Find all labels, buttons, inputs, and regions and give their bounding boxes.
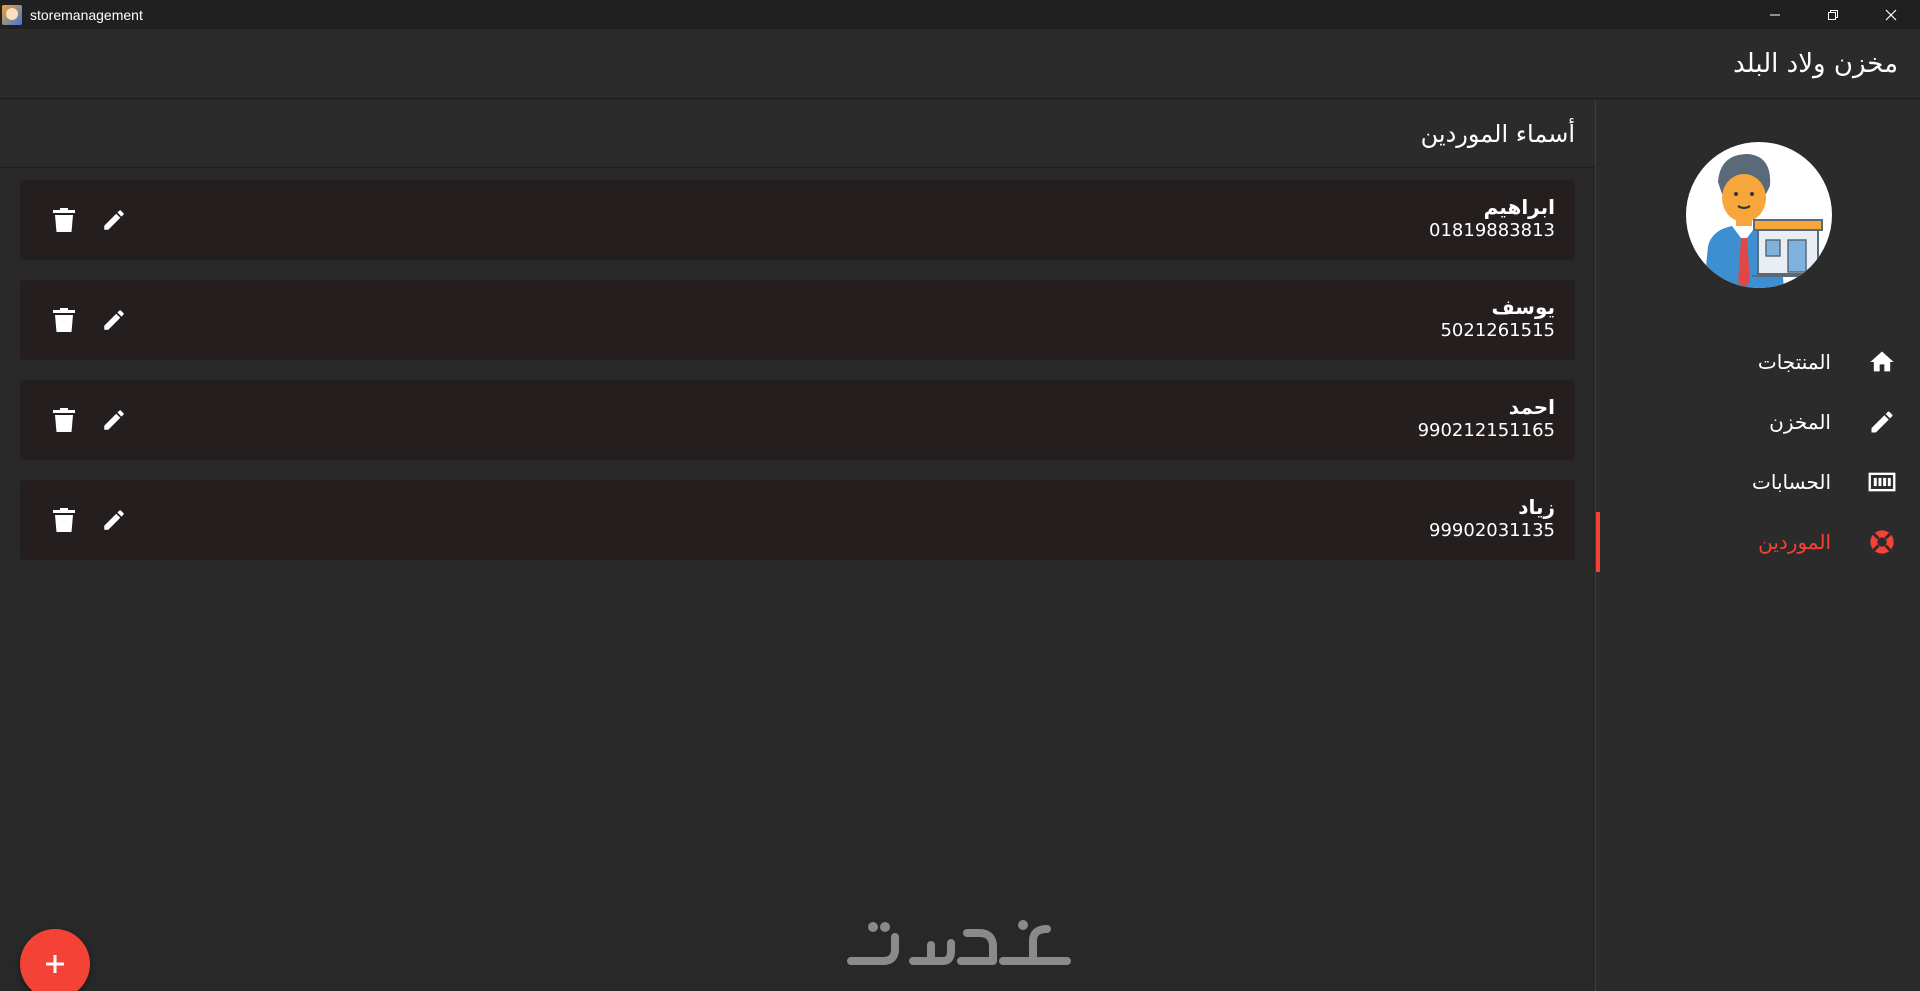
trash-icon <box>53 308 75 332</box>
trash-icon <box>53 508 75 532</box>
supplier-info: يوسف 5021261515 <box>1440 294 1555 342</box>
sidebar-item-warehouse[interactable]: المخزن <box>1596 392 1920 452</box>
edit-button[interactable] <box>100 506 128 534</box>
app-title: مخزن ولاد البلد <box>1733 48 1898 79</box>
delete-button[interactable] <box>50 206 78 234</box>
sidebar-nav: المنتجات المخزن الحسابات الموردين <box>1596 332 1920 572</box>
supplier-row[interactable]: احمد 990212151165 <box>20 380 1575 460</box>
edit-button[interactable] <box>100 306 128 334</box>
supplier-phone: 01819883813 <box>1429 220 1555 241</box>
restore-icon <box>1828 9 1838 20</box>
supplier-name: ابراهيم <box>1483 195 1555 219</box>
lifebuoy-icon <box>1867 527 1897 557</box>
supplier-row[interactable]: ابراهيم 01819883813 <box>20 180 1575 260</box>
close-button[interactable] <box>1862 0 1920 29</box>
supplier-phone: 5021261515 <box>1440 320 1555 341</box>
supplier-row[interactable]: يوسف 5021261515 <box>20 280 1575 360</box>
delete-button[interactable] <box>50 506 78 534</box>
trash-icon <box>53 408 75 432</box>
sidebar-item-label: الموردين <box>1758 530 1831 554</box>
window-controls <box>1746 0 1920 29</box>
app-bar: مخزن ولاد البلد <box>0 29 1920 99</box>
supplier-phone: 990212151165 <box>1417 420 1555 441</box>
delete-button[interactable] <box>50 306 78 334</box>
edit-button[interactable] <box>100 206 128 234</box>
row-actions <box>50 406 128 434</box>
row-actions <box>50 206 128 234</box>
store-owner-illustration <box>1704 154 1824 288</box>
row-actions <box>50 506 128 534</box>
avatar <box>1686 142 1832 288</box>
window-title: storemanagement <box>30 6 143 23</box>
minimize-icon <box>1770 14 1780 15</box>
sidebar-item-label: المنتجات <box>1757 350 1831 374</box>
app-icon <box>2 4 22 25</box>
main-content: أسماء الموردين ابراهيم 01819883813 يوسف … <box>0 100 1595 991</box>
pencil-icon <box>104 410 124 430</box>
supplier-name: زياد <box>1518 495 1555 519</box>
sidebar-item-label: المخزن <box>1769 410 1831 434</box>
money-icon <box>1867 467 1897 497</box>
sidebar-item-accounts[interactable]: الحسابات <box>1596 452 1920 512</box>
minimize-button[interactable] <box>1746 0 1804 29</box>
supplier-name: احمد <box>1508 395 1555 419</box>
home-icon <box>1867 347 1897 377</box>
section-header: أسماء الموردين <box>0 100 1595 168</box>
pencil-icon <box>104 210 124 230</box>
trash-icon <box>53 208 75 232</box>
supplier-info: زياد 99902031135 <box>1429 494 1555 542</box>
window-titlebar: storemanagement <box>0 0 1920 29</box>
sidebar: المنتجات المخزن الحسابات الموردين <box>1595 100 1920 991</box>
pencil-icon <box>104 510 124 530</box>
edit-button[interactable] <box>100 406 128 434</box>
row-actions <box>50 306 128 334</box>
supplier-info: احمد 990212151165 <box>1418 394 1555 442</box>
pencil-icon <box>1867 407 1897 437</box>
suppliers-list: ابراهيم 01819883813 يوسف 5021261515 احمد… <box>20 180 1575 580</box>
sidebar-item-products[interactable]: المنتجات <box>1596 332 1920 392</box>
sidebar-item-label: الحسابات <box>1752 470 1831 494</box>
supplier-row[interactable]: زياد 99902031135 <box>20 480 1575 560</box>
supplier-phone: 99902031135 <box>1429 520 1555 541</box>
supplier-name: يوسف <box>1491 295 1555 319</box>
delete-button[interactable] <box>50 406 78 434</box>
add-supplier-button[interactable] <box>20 929 90 991</box>
section-title: أسماء الموردين <box>1420 119 1575 148</box>
close-icon <box>1885 9 1897 20</box>
restore-button[interactable] <box>1804 0 1862 29</box>
pencil-icon <box>104 310 124 330</box>
sidebar-item-suppliers[interactable]: الموردين <box>1596 512 1920 572</box>
khamsat-watermark-logo <box>847 920 1071 965</box>
supplier-info: ابراهيم 01819883813 <box>1429 194 1555 242</box>
plus-icon <box>46 955 64 973</box>
